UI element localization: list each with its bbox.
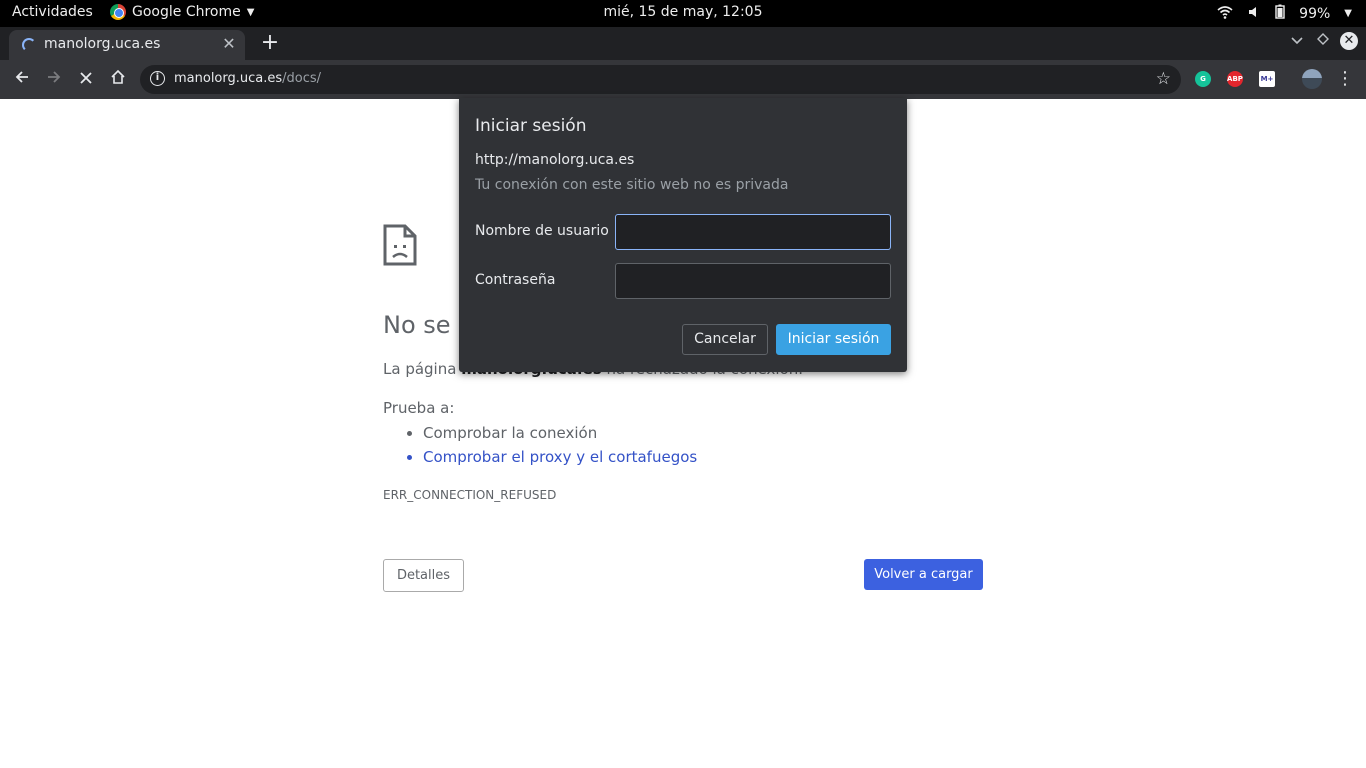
suggestion-list: Comprobar la conexión Comprobar el proxy… — [383, 421, 697, 469]
url-host: manolorg.uca.es — [174, 71, 283, 86]
tab-strip: manolorg.uca.es ✕ + ✕ — [0, 27, 1366, 60]
battery-percentage: 99% — [1299, 5, 1331, 22]
maximize-icon[interactable] — [1314, 32, 1332, 50]
app-menu[interactable]: Google Chrome ▼ — [110, 4, 254, 20]
forward-button[interactable] — [42, 68, 66, 92]
tab-close-icon[interactable]: ✕ — [219, 34, 239, 54]
system-status-area[interactable]: 99% ▼ — [1217, 4, 1352, 23]
tab-active[interactable]: manolorg.uca.es ✕ — [9, 30, 245, 60]
suggestion-check-proxy-link[interactable]: Comprobar el proxy y el cortafuegos — [423, 445, 697, 469]
window-close-icon[interactable]: ✕ — [1340, 32, 1358, 50]
home-button[interactable] — [106, 68, 130, 92]
grammarly-extension-icon[interactable]: G — [1195, 71, 1211, 87]
back-button[interactable] — [10, 68, 34, 92]
clock[interactable]: mié, 15 de may, 12:05 — [603, 4, 762, 20]
details-button[interactable]: Detalles — [383, 559, 464, 592]
reload-button[interactable]: Volver a cargar — [864, 559, 983, 590]
volume-icon — [1247, 5, 1261, 23]
bookmark-star-icon[interactable]: ☆ — [1156, 69, 1171, 89]
cancel-button[interactable]: Cancelar — [682, 324, 768, 355]
gnome-top-bar: Actividades Google Chrome ▼ mié, 15 de m… — [0, 0, 1366, 27]
password-field[interactable] — [615, 263, 891, 299]
suggestion-check-connection: Comprobar la conexión — [423, 421, 697, 445]
error-desc-prefix: La página — [383, 360, 457, 378]
url-text: manolorg.uca.es/docs/ — [174, 71, 321, 86]
error-title: No se — [383, 311, 451, 339]
chrome-icon — [110, 4, 126, 20]
sign-in-button[interactable]: Iniciar sesión — [776, 324, 891, 355]
auth-privacy-note: Tu conexión con este sitio web no es pri… — [475, 177, 789, 193]
caret-down-icon: ▼ — [1344, 8, 1352, 19]
url-path: /docs/ — [282, 71, 322, 86]
extension-icon[interactable]: M+ — [1259, 71, 1275, 87]
try-label: Prueba a: — [383, 399, 455, 417]
activities-button[interactable]: Actividades — [12, 4, 93, 20]
tab-title: manolorg.uca.es — [44, 36, 161, 52]
app-menu-label: Google Chrome — [132, 4, 241, 20]
new-tab-button[interactable]: + — [258, 32, 282, 55]
password-label: Contraseña — [475, 272, 556, 288]
auth-dialog: Iniciar sesión http://manolorg.uca.es Tu… — [459, 98, 907, 372]
battery-icon — [1275, 4, 1285, 23]
caret-down-icon: ▼ — [246, 6, 255, 18]
loading-spinner-icon — [22, 38, 36, 52]
username-field[interactable] — [615, 214, 891, 250]
auth-origin: http://manolorg.uca.es — [475, 152, 635, 168]
browser-toolbar: i manolorg.uca.es/docs/ ☆ G ABP M+ ⋮ — [0, 60, 1366, 99]
info-icon[interactable]: i — [150, 71, 165, 86]
username-label: Nombre de usuario — [475, 223, 609, 239]
sad-page-icon — [383, 224, 417, 270]
address-bar[interactable]: i manolorg.uca.es/docs/ ☆ — [140, 65, 1181, 94]
adblock-plus-extension-icon[interactable]: ABP — [1227, 71, 1243, 87]
auth-dialog-title: Iniciar sesión — [475, 116, 587, 136]
minimize-icon[interactable] — [1288, 32, 1306, 50]
profile-avatar[interactable] — [1302, 69, 1322, 89]
stop-button[interactable] — [74, 68, 98, 92]
wifi-icon — [1217, 5, 1233, 23]
error-code: ERR_CONNECTION_REFUSED — [383, 488, 557, 502]
more-menu-icon[interactable]: ⋮ — [1336, 68, 1354, 90]
